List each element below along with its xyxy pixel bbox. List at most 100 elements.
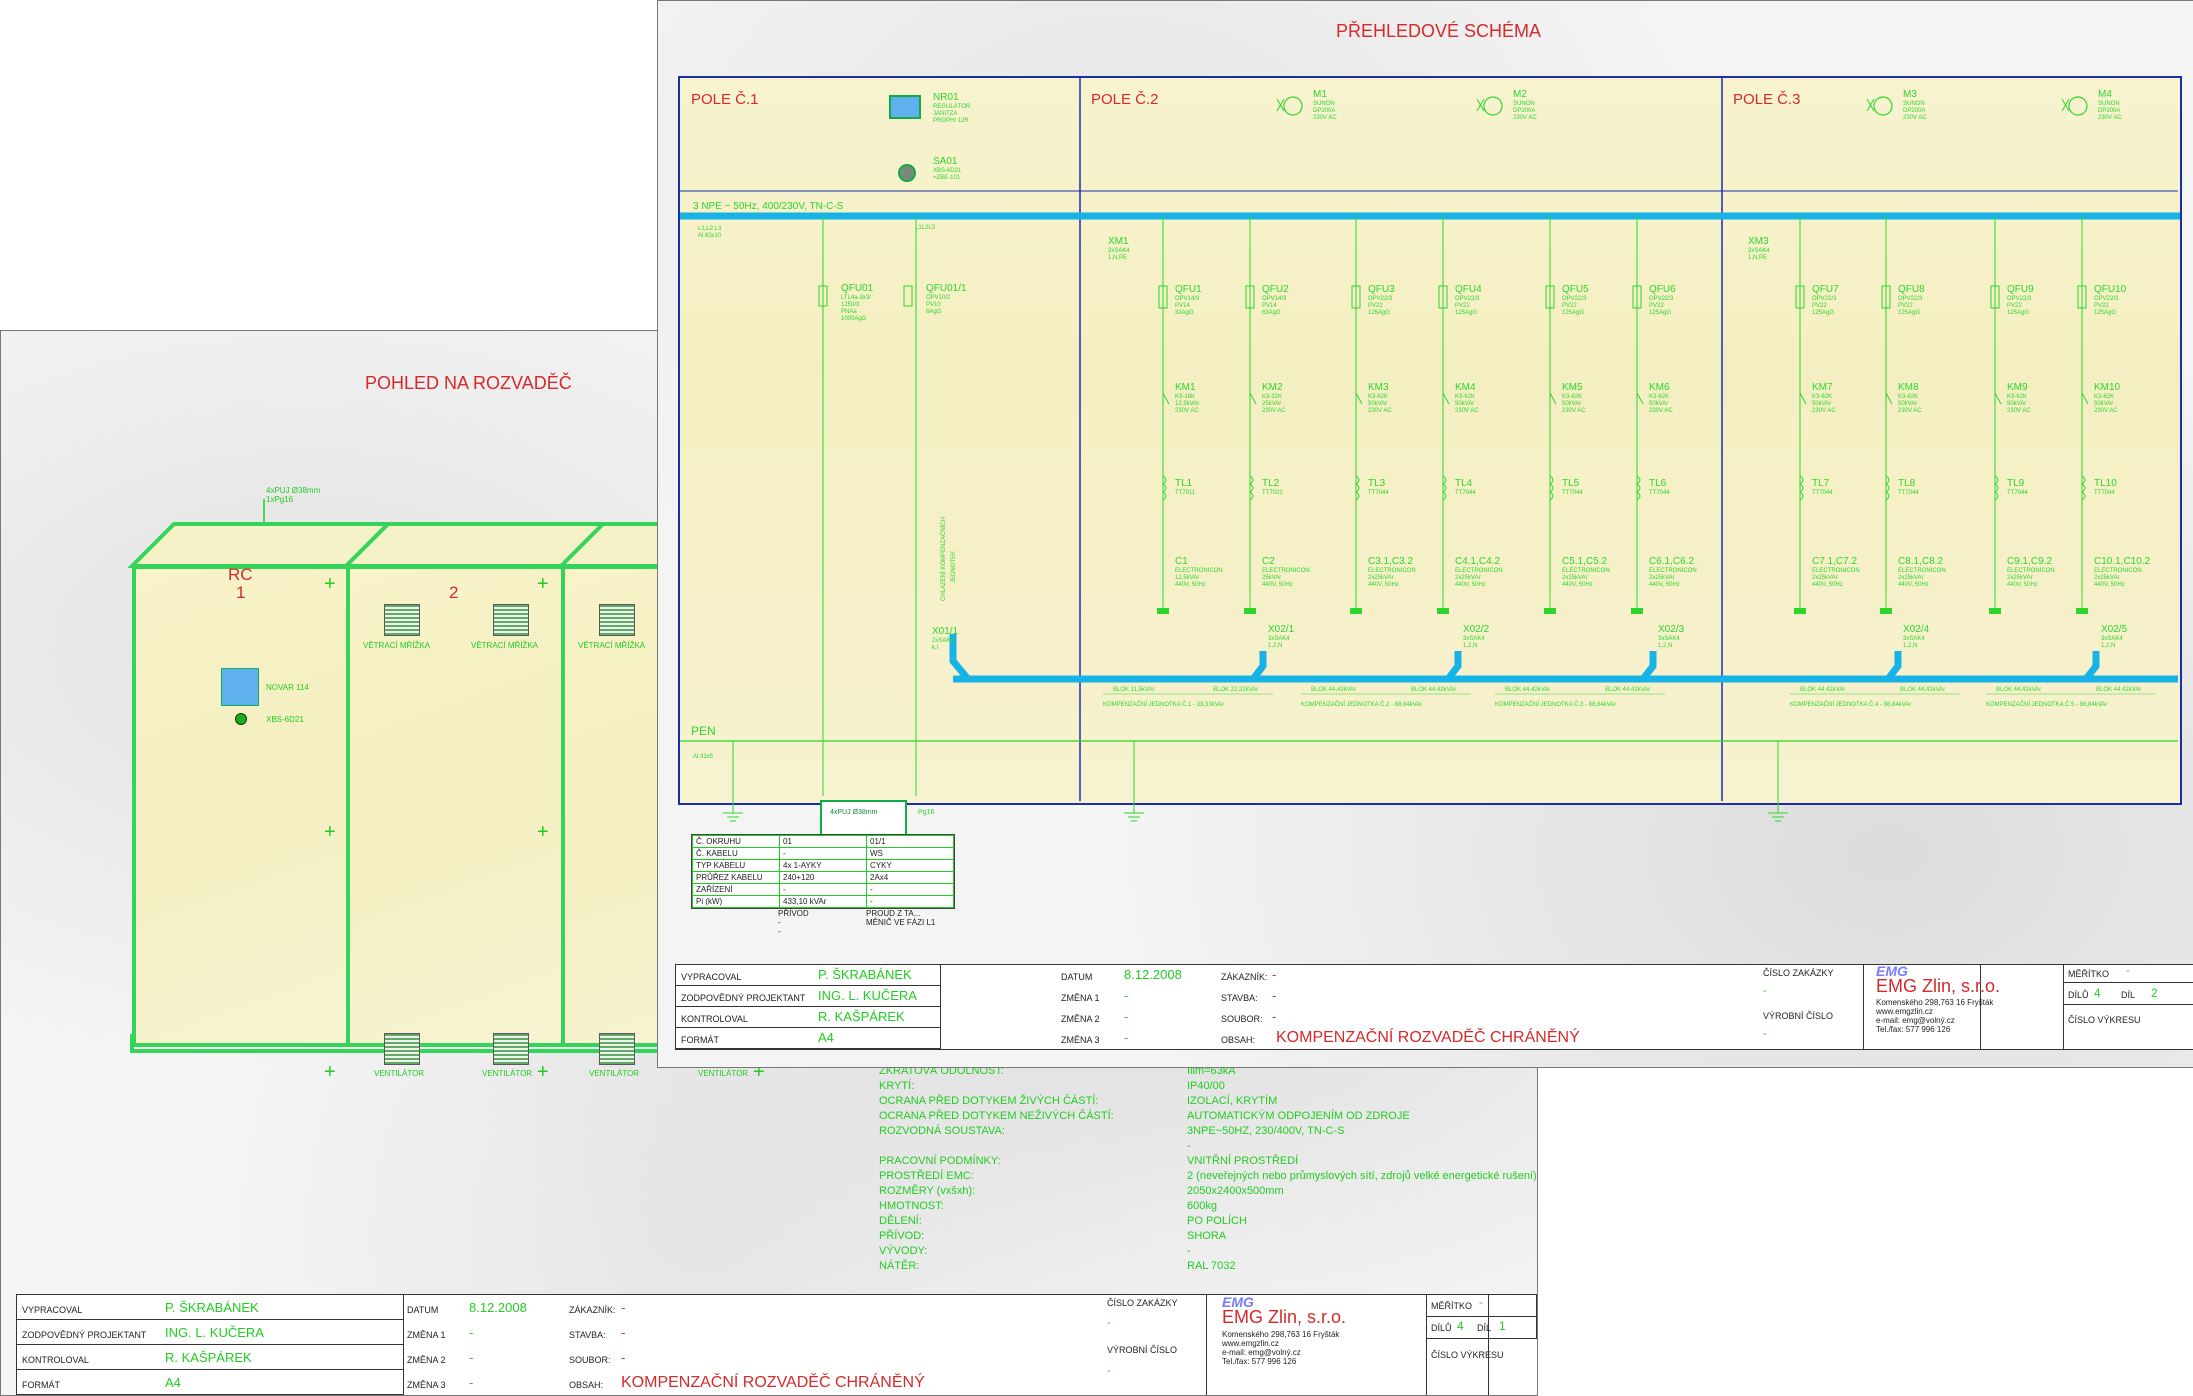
branch-fuse-desc: PV22 bbox=[1368, 303, 1383, 309]
regulator-name: NR01 bbox=[933, 92, 959, 103]
field-title-2: POLE Č.2 bbox=[1091, 91, 1159, 108]
branch-fuse-desc: PV22 bbox=[2094, 303, 2109, 309]
branch-capacitor-desc: ELECTRONICON bbox=[2007, 568, 2055, 574]
company-name: EMG Zlin, s.r.o. bbox=[1876, 976, 2001, 996]
branch-capacitor-desc: 2x25kVAr bbox=[1455, 575, 1481, 581]
incoming-fuse-desc: 1250/3 bbox=[841, 302, 860, 308]
terminal-x02-desc: 2xSAK4 bbox=[932, 638, 954, 644]
branch-fuse-name: QFU9 bbox=[2007, 284, 2034, 295]
change2-label: ZMĚNA 2 bbox=[1061, 1014, 1100, 1024]
circuit-foot-row: - bbox=[778, 927, 781, 936]
spec-keys: ZKRATOVÁ ODOLNOST: KRYTÍ: OCRANA PŘED DOTY… bbox=[879, 1064, 1114, 1274]
date-value: 8.12.2008 bbox=[469, 1300, 527, 1315]
branch-fuse-desc: 125AgG bbox=[1649, 310, 1671, 316]
branch-capacitor-desc: 2x25kVAr bbox=[1898, 575, 1924, 581]
branch-reactor-desc: TT7011 bbox=[1175, 490, 1196, 496]
branch-capacitor-name: C1 bbox=[1175, 556, 1188, 567]
branch-contactor-desc: K3-62K bbox=[2007, 394, 2027, 400]
branch-fuse-desc: 125AgG bbox=[1898, 310, 1920, 316]
branch-contactor-desc: 50kVAr bbox=[1368, 401, 1387, 407]
spec-value: VNITŘNÍ PROSTŘEDÍ bbox=[1187, 1155, 1299, 1167]
branch-reactor-name: TL4 bbox=[1455, 478, 1473, 489]
content-label: OBSAH: bbox=[1221, 1035, 1256, 1045]
branch-contactor-desc: 230V AC bbox=[1898, 408, 1922, 414]
branch-fuse-name: QFU1 bbox=[1175, 284, 1202, 295]
fixing-mark-icon: + bbox=[537, 821, 549, 843]
branch-contactor-desc: K3-62K bbox=[1562, 394, 1582, 400]
block-label: BLOK 44,42kVAr bbox=[1505, 687, 1550, 693]
switch-desc: XBS-6D21 bbox=[933, 168, 962, 174]
branch-fuse-desc: 125AgG bbox=[1812, 310, 1834, 316]
designer-value: P. ŠKRABÁNEK bbox=[818, 967, 912, 982]
motor-name: M3 bbox=[1903, 89, 1917, 100]
branch-contactor-name: KM9 bbox=[2007, 382, 2028, 393]
change1-label: ZMĚNA 1 bbox=[407, 1330, 446, 1340]
branch-fuse-desc: PV22 bbox=[1455, 303, 1470, 309]
motor-name: M1 bbox=[1313, 89, 1327, 100]
branch-fuse-desc: OPV22/3 bbox=[1812, 296, 1837, 302]
change3-label: ZMĚNA 3 bbox=[407, 1380, 446, 1390]
checker-value: R. KAŠPÁREK bbox=[818, 1009, 905, 1024]
incomer-box-label: 4xPUJ Ø38mm bbox=[830, 809, 878, 816]
branch-contactor-name: KM1 bbox=[1175, 382, 1196, 393]
circuit-cell: 01/1 bbox=[866, 835, 954, 848]
vent-label: VĚTRACÍ MŘÍŽKA bbox=[363, 641, 431, 650]
branch-capacitor-desc: 25kVAr bbox=[1262, 575, 1281, 581]
regulator-desc: PROPHI 12R bbox=[933, 118, 969, 124]
branch-contactor-name: KM6 bbox=[1649, 382, 1670, 393]
branch-reactor-name: TL3 bbox=[1368, 478, 1386, 489]
branch-fuse-name: QFU4 bbox=[1455, 284, 1482, 295]
branch-contactor-name: KM2 bbox=[1262, 382, 1283, 393]
motor-desc: SUNON bbox=[2098, 101, 2120, 107]
building-value: - bbox=[1272, 988, 1277, 1003]
customer-value: - bbox=[621, 1300, 626, 1315]
block-label: BLOK 44,42kVAr bbox=[1800, 687, 1845, 693]
motor-desc: 230V AC bbox=[1903, 115, 1927, 121]
spec-key: NÁTĚR: bbox=[879, 1260, 920, 1272]
branch-capacitor-desc: ELECTRONICON bbox=[1898, 568, 1946, 574]
content-label: OBSAH: bbox=[569, 1380, 604, 1390]
spec-value: SHORA bbox=[1187, 1230, 1227, 1242]
branch-fuse-desc: 125AgG bbox=[1455, 310, 1477, 316]
circuit-cell: Pi (kW) bbox=[692, 895, 780, 908]
fan-motor-icon bbox=[1483, 96, 1503, 116]
incoming-fuse-desc: LTL4a-3x3/ bbox=[841, 295, 871, 301]
branch-capacitor-name: C6.1,C6.2 bbox=[1649, 556, 1694, 567]
circuit-cell: - bbox=[779, 847, 867, 860]
compensation-unit-label: KOMPENZAČNÍ JEDNOTKA Č.5 - 88,84kVAr bbox=[1986, 701, 2107, 708]
motor-desc: 230V AC bbox=[1513, 115, 1537, 121]
branch-fuse-desc: PV14 bbox=[1175, 303, 1190, 309]
spec-key: DĚLENÍ: bbox=[879, 1215, 922, 1227]
branch-capacitor-desc: 440V, 50Hz bbox=[1175, 582, 1206, 588]
parts-value: 4 bbox=[1457, 1319, 1464, 1333]
branch-reactor-desc: TT7044 bbox=[1649, 490, 1670, 496]
branch-fuse-desc: OPV22/3 bbox=[1368, 296, 1393, 302]
branch-fuse-name: QFU10 bbox=[2094, 284, 2127, 295]
branch-capacitor-name: C10.1,C10.2 bbox=[2094, 556, 2151, 567]
block-label: BLOK 22,22kVAr bbox=[1213, 687, 1258, 693]
branch-contactor-desc: 230V AC bbox=[1649, 408, 1673, 414]
circuit-foot-row: - MĚNIČ VE FÁZI L1 bbox=[778, 918, 936, 927]
contactor-icon bbox=[2081, 392, 2089, 405]
part-value: 2 bbox=[2151, 986, 2158, 1000]
terminal-x02-desc: 3xSAK4 bbox=[1463, 636, 1485, 642]
part-value: 1 bbox=[1499, 1319, 1506, 1333]
terminal-xm-desc: 3xSAK4 bbox=[1108, 248, 1130, 254]
field-number-1: 1 bbox=[236, 583, 246, 602]
drawing-number-label: ČÍSLO VÝKRESU bbox=[2068, 1015, 2141, 1025]
schema-drawing: POLE Č.1 POLE Č.2 POLE Č.3 NR01REGULÁTORJAN… bbox=[680, 78, 2180, 836]
branch-capacitor-desc: 440V, 50Hz bbox=[1262, 582, 1293, 588]
branch-capacitor-desc: ELECTRONICON bbox=[1175, 568, 1223, 574]
checker-label: KONTROLOVAL bbox=[681, 1014, 748, 1024]
order-number-value: - bbox=[1763, 985, 1767, 997]
branch-contactor-desc: 230V AC bbox=[1812, 408, 1836, 414]
branch-fuse-desc: PV22 bbox=[2007, 303, 2022, 309]
compensation-unit-label: KOMPENZAČNÍ JEDNOTKA Č.2 - 88,84kVAr bbox=[1301, 701, 1422, 708]
branch-capacitor-desc: 2x25kVAr bbox=[1562, 575, 1588, 581]
branch-contactor-desc: 50kVAr bbox=[2094, 401, 2113, 407]
order-number-value: - bbox=[1107, 1317, 1111, 1329]
branch-contactor-desc: K3-32K bbox=[1262, 394, 1282, 400]
branch-fuse-desc: OPV22/3 bbox=[1562, 296, 1587, 302]
compensation-busbar-riser bbox=[1885, 651, 1902, 682]
branch-contactor-name: KM8 bbox=[1898, 382, 1919, 393]
